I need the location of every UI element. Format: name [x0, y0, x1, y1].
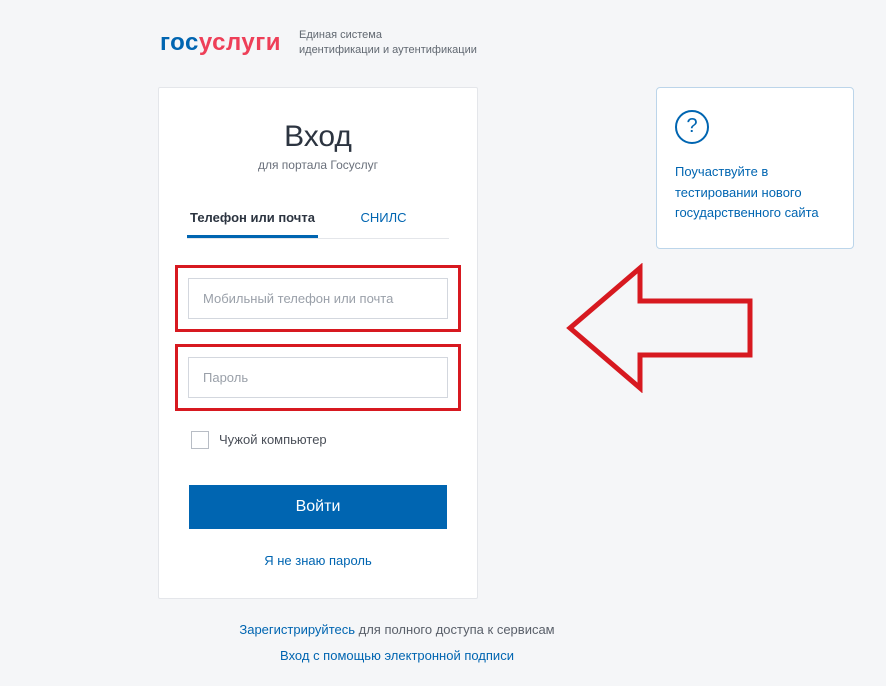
header: госуслуги Единая система идентификации и… [0, 0, 886, 59]
foreign-computer-row: Чужой компьютер [159, 423, 477, 449]
login-card: Вход для портала Госуслуг Телефон или по… [158, 87, 478, 599]
info-card: ? Поучаствуйте в тестировании нового гос… [656, 87, 854, 249]
tagline-line2: идентификации и аутентификации [299, 43, 477, 58]
login-column: Вход для портала Госуслуг Телефон или по… [158, 87, 636, 669]
login-input[interactable] [188, 278, 448, 319]
footer-links: Зарегистрируйтесь для полного доступа к … [158, 599, 636, 669]
content: Вход для портала Госуслуг Телефон или по… [0, 59, 886, 669]
login-field-highlight [175, 265, 461, 332]
info-text-link[interactable]: Поучаствуйте в тестировании нового госуд… [675, 162, 835, 224]
login-subtitle: для портала Госуслуг [159, 158, 477, 172]
tab-snils[interactable]: СНИЛС [318, 200, 449, 238]
password-field-highlight [175, 344, 461, 411]
form-section [159, 239, 477, 411]
foreign-computer-checkbox[interactable] [191, 431, 209, 449]
esignature-link[interactable]: Вход с помощью электронной подписи [280, 648, 514, 663]
tagline: Единая система идентификации и аутентифи… [299, 28, 477, 59]
login-button[interactable]: Войти [189, 485, 447, 529]
logo-prefix: гос [160, 29, 199, 56]
tagline-line1: Единая система [299, 28, 477, 43]
logo-suffix: услуги [199, 29, 281, 56]
tab-phone-email[interactable]: Телефон или почта [187, 200, 318, 238]
password-input[interactable] [188, 357, 448, 398]
register-row: Зарегистрируйтесь для полного доступа к … [158, 617, 636, 643]
foreign-computer-label: Чужой компьютер [219, 432, 327, 447]
help-icon: ? [675, 110, 709, 144]
register-suffix: для полного доступа к сервисам [355, 622, 555, 637]
login-tabs: Телефон или почта СНИЛС [187, 200, 449, 239]
forgot-password-link[interactable]: Я не знаю пароль [264, 553, 372, 568]
register-link[interactable]: Зарегистрируйтесь [239, 622, 355, 637]
logo: госуслуги [160, 29, 281, 57]
login-title: Вход [159, 120, 477, 154]
